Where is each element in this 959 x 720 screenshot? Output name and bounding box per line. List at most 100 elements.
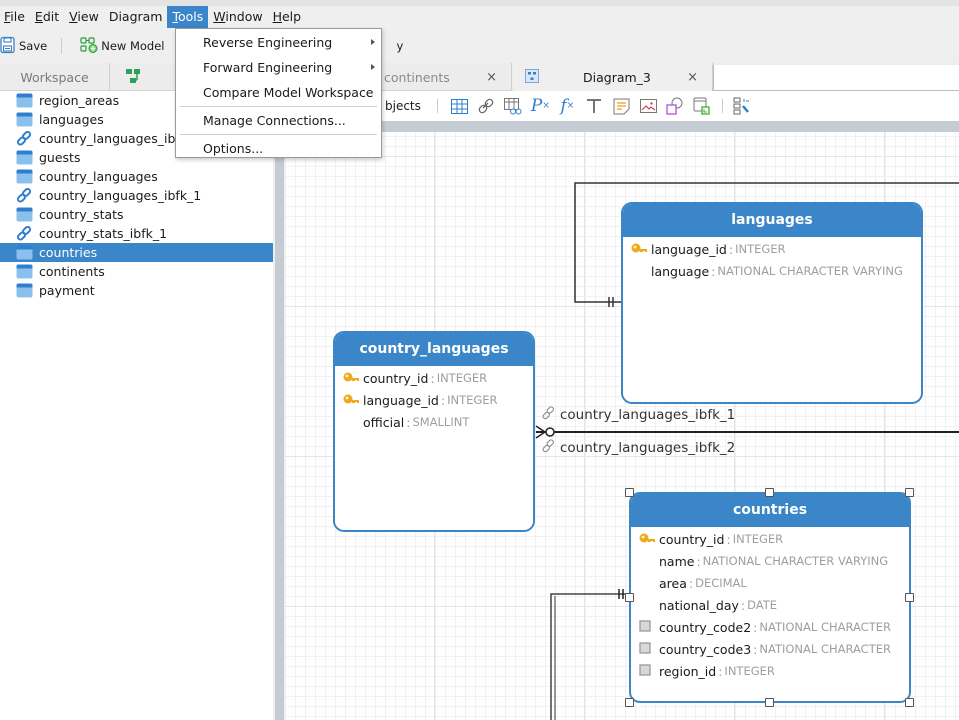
tree-item[interactable]: country_languages	[0, 167, 273, 186]
objects-button[interactable]: bjects	[385, 99, 421, 113]
column-name: country_id	[659, 531, 725, 547]
menu-window[interactable]: Window	[208, 6, 267, 28]
add-note-icon[interactable]	[611, 96, 631, 116]
column-row[interactable]: country_id: INTEGER	[335, 367, 533, 389]
entity-countries[interactable]: countries country_id: INTEGER name: NATION…	[629, 492, 911, 703]
menu-help[interactable]: Help	[268, 6, 307, 28]
horizontal-scrollbar[interactable]	[285, 121, 959, 132]
submenu-arrow-icon	[371, 64, 375, 70]
column-type: DECIMAL	[695, 576, 747, 590]
entity-country-languages[interactable]: country_languages country_id: INTEGER lan…	[333, 331, 535, 532]
relationship-label[interactable]: country_languages_ibfk_2	[542, 439, 735, 457]
menu-item-manage-connections[interactable]: Manage Connections...	[176, 108, 381, 133]
close-icon[interactable]: ×	[687, 70, 698, 85]
add-text-icon[interactable]	[584, 96, 604, 116]
new-model-button[interactable]: New Model	[76, 34, 168, 58]
menu-tools[interactable]: Tools	[167, 6, 209, 28]
tab-row: Workspace continents × Diagram_3 ×	[0, 63, 959, 91]
column-type: NATIONAL CHARACTER	[759, 642, 891, 656]
tree-item[interactable]: countries	[0, 243, 273, 262]
tree-item-label: country_stats	[39, 207, 124, 222]
column-row[interactable]: area: DECIMAL	[631, 572, 909, 594]
resize-handle-s[interactable]	[765, 698, 774, 707]
tree-item[interactable]: country_stats_ibfk_1	[0, 224, 273, 243]
resize-handle-ne[interactable]	[905, 488, 914, 497]
menu-item-compare-model-workspace[interactable]: Compare Model Workspace	[176, 80, 381, 105]
add-procedure-icon[interactable]: P ×	[530, 96, 550, 116]
type-separator: :	[440, 392, 446, 408]
add-image-icon[interactable]	[638, 96, 658, 116]
column-name: country_id	[363, 370, 429, 386]
toolbar-separator	[436, 99, 438, 113]
menu-item-reverse-engineering[interactable]: Reverse Engineering	[176, 30, 381, 55]
tab-continents[interactable]: continents ×	[382, 63, 512, 91]
table-icon	[16, 264, 33, 279]
menu-item-label: Options...	[203, 141, 264, 156]
add-table-icon[interactable]	[449, 96, 469, 116]
resize-handle-se[interactable]	[905, 698, 914, 707]
relationship-line[interactable]	[550, 593, 629, 720]
tree-item[interactable]: payment	[0, 281, 273, 300]
primary-key-icon	[631, 242, 649, 256]
tab-workspace-label: Workspace	[20, 69, 89, 85]
menu-diagram-label: Diagram	[108, 9, 163, 24]
column-name: country_code3	[659, 641, 752, 657]
save-button[interactable]: Save	[0, 34, 51, 58]
column-type: NATIONAL CHARACTER	[759, 620, 891, 634]
query-button[interactable]: y	[393, 34, 408, 58]
tab-model-tree[interactable]	[110, 63, 155, 91]
column-row[interactable]: country_code2: NATIONAL CHARACTER	[631, 616, 909, 638]
menu-file[interactable]: File	[0, 6, 30, 28]
resize-handle-e[interactable]	[905, 593, 914, 602]
table-icon	[16, 283, 33, 298]
column-row[interactable]: region_id: INTEGER	[631, 660, 909, 682]
tab-workspace[interactable]: Workspace	[0, 63, 110, 91]
close-icon[interactable]: ×	[486, 70, 497, 85]
table-icon	[16, 245, 33, 260]
table-icon	[16, 112, 33, 127]
add-container-icon[interactable]	[692, 96, 712, 116]
menu-item-options[interactable]: Options...	[176, 136, 381, 161]
new-model-icon	[80, 36, 98, 56]
column-row[interactable]: country_id: INTEGER	[631, 528, 909, 550]
menu-item-forward-engineering[interactable]: Forward Engineering	[176, 55, 381, 80]
menu-edit[interactable]: Edit	[30, 6, 64, 28]
resize-handle-n[interactable]	[765, 488, 774, 497]
tree-item-label: languages	[39, 112, 104, 127]
type-separator: :	[753, 619, 758, 635]
column-name: language_id	[363, 392, 439, 408]
column-row[interactable]: language_id: INTEGER	[335, 389, 533, 411]
type-separator: :	[696, 553, 701, 569]
column-row[interactable]: language_id: INTEGER	[623, 238, 921, 260]
entity-languages[interactable]: languages language_id: INTEGER language: N…	[621, 202, 923, 404]
tree-item-label: region_areas	[39, 93, 120, 108]
type-separator: :	[753, 641, 758, 657]
menu-view[interactable]: View	[64, 6, 104, 28]
relationship-label[interactable]: country_languages_ibfk_1	[542, 406, 735, 424]
auto-layout-icon[interactable]	[732, 96, 752, 116]
column-row[interactable]: name: NATIONAL CHARACTER VARYING	[631, 550, 909, 572]
column-row[interactable]: language: NATIONAL CHARACTER VARYING	[623, 260, 921, 282]
menu-diagram[interactable]: Diagram	[104, 6, 168, 28]
column-row[interactable]: official: SMALLINT	[335, 411, 533, 433]
add-function-icon[interactable]: f ×	[557, 96, 577, 116]
tree-item[interactable]: continents	[0, 262, 273, 281]
menu-item-label: Reverse Engineering	[203, 35, 333, 50]
add-shape-icon[interactable]	[665, 96, 685, 116]
table-icon	[16, 207, 33, 222]
resize-handle-w[interactable]	[625, 593, 634, 602]
column-row[interactable]: country_code3: NATIONAL CHARACTER	[631, 638, 909, 660]
add-relationship-icon[interactable]	[476, 96, 496, 116]
resize-handle-sw[interactable]	[625, 698, 634, 707]
type-separator: :	[728, 241, 734, 257]
column-type: INTEGER	[447, 393, 498, 407]
tab-diagram-3[interactable]: Diagram_3 ×	[513, 63, 713, 91]
vertical-scrollbar[interactable]	[275, 124, 284, 720]
add-view-icon[interactable]	[503, 96, 523, 116]
tree-item[interactable]: country_stats	[0, 205, 273, 224]
table-icon	[16, 93, 33, 108]
column-row[interactable]: national_day: DATE	[631, 594, 909, 616]
diagram-canvas[interactable]: languages language_id: INTEGER language: N…	[285, 132, 959, 720]
tree-item[interactable]: country_languages_ibfk_1	[0, 186, 273, 205]
resize-handle-nw[interactable]	[625, 488, 634, 497]
